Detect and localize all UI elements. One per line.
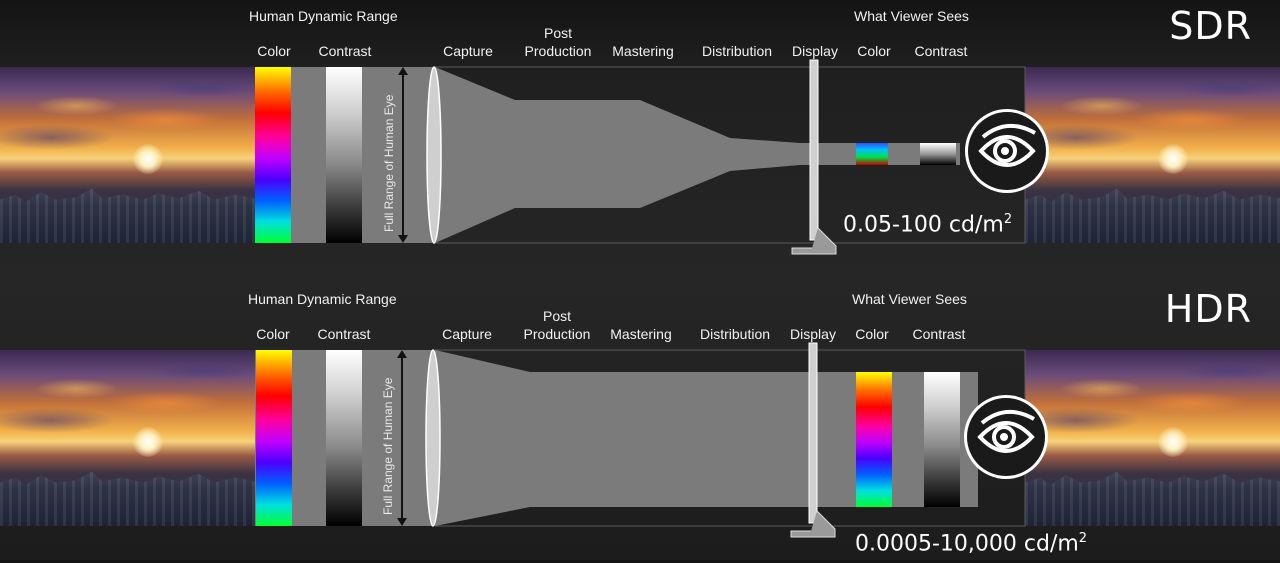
- sdr-panel: Human Dynamic Range What Viewer Sees SDR…: [0, 0, 1280, 280]
- range-arrow-icon: [398, 67, 408, 243]
- viewer-color-strip: [856, 372, 892, 507]
- eye-icon: [964, 395, 1048, 479]
- eye-icon: [965, 109, 1049, 193]
- sdr-funnel: [434, 66, 1026, 244]
- luminance-range-label: 0.0005-10,000 cd/m2: [855, 531, 1088, 557]
- viewer-color-strip: [856, 143, 888, 165]
- hdr-panel: Human Dynamic Range What Viewer Sees HDR…: [0, 283, 1280, 563]
- hdr-funnel: [434, 349, 1026, 527]
- monitor-icon: [791, 59, 837, 255]
- lens-icon: [425, 349, 441, 527]
- monitor-icon: [790, 342, 836, 538]
- range-arrow-icon: [397, 350, 407, 526]
- lens-icon: [426, 66, 442, 244]
- full-range-label: Full Range of Human Eye: [382, 94, 396, 232]
- viewer-contrast-strip: [920, 143, 956, 165]
- viewer-contrast-strip: [924, 372, 960, 507]
- full-range-label: Full Range of Human Eye: [381, 377, 395, 515]
- luminance-range-label: 0.05-100 cd/m2: [843, 212, 1013, 238]
